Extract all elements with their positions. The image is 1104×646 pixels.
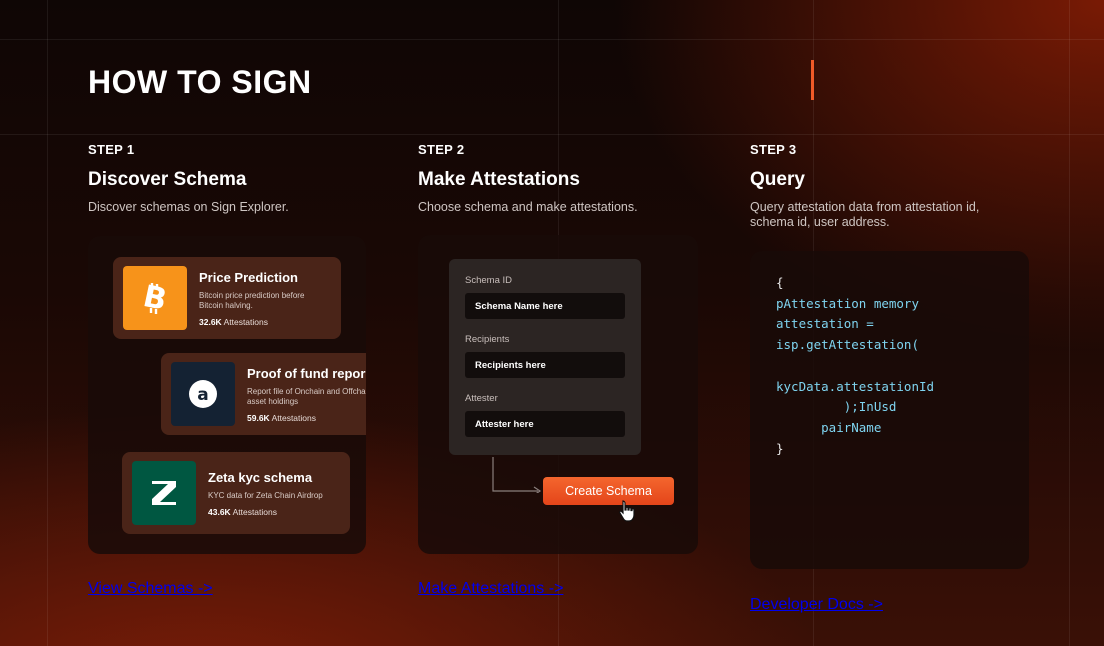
letter-a-icon: a	[171, 362, 235, 426]
step-label: STEP 1	[88, 142, 135, 157]
accent-bar	[811, 60, 814, 100]
code-snippet: { pAttestation memory attestation = isp.…	[776, 275, 935, 456]
attestation-count: 32.6K Attestations	[199, 316, 268, 327]
make-attestations-link[interactable]: Make Attestations ->	[418, 580, 718, 598]
grid-line	[1069, 0, 1070, 646]
grid-line	[0, 134, 1104, 135]
step-label: STEP 2	[418, 142, 465, 157]
step-3-column: STEP 3 Query Query attestation data from…	[750, 142, 1050, 230]
grid-line	[0, 39, 1104, 40]
grid-line	[47, 0, 48, 646]
schema-card-zeta-kyc[interactable]: Zeta kyc schema KYC data for Zeta Chain …	[122, 452, 350, 534]
code-panel: { pAttestation memory attestation = isp.…	[750, 251, 1029, 569]
card-title: Proof of fund repor	[247, 365, 366, 381]
attestation-count: 59.6K Attestations	[247, 412, 316, 423]
schema-id-label: Schema ID	[465, 275, 512, 286]
create-schema-button[interactable]: Create Schema	[543, 477, 674, 505]
recipients-label: Recipients	[465, 334, 510, 345]
card-title: Zeta kyc schema	[208, 469, 313, 485]
bitcoin-icon: B	[123, 266, 187, 330]
attester-input[interactable]: Attester here	[465, 411, 625, 437]
step-heading: Make Attestations	[418, 169, 580, 190]
step-label: STEP 3	[750, 142, 797, 157]
step-heading: Discover Schema	[88, 169, 247, 190]
step-description: Discover schemas on Sign Explorer.	[88, 200, 289, 214]
step-description: Query attestation data from attestation …	[750, 200, 980, 229]
step-2-column: STEP 2 Make Attestations Choose schema a…	[418, 142, 718, 215]
attestation-count: 43.6K Attestations	[208, 506, 277, 517]
step-description: Choose schema and make attestations.	[418, 200, 638, 214]
card-description: Bitcoin price prediction before Bitcoin …	[199, 290, 305, 310]
attestation-form-panel: Schema ID Schema Name here Recipients Re…	[418, 235, 698, 554]
attestation-form: Schema ID Schema Name here Recipients Re…	[449, 259, 641, 455]
schema-card-proof-of-fund[interactable]: a Proof of fund repor Report file of Onc…	[161, 353, 366, 435]
schema-card-price-prediction[interactable]: B Price Prediction Bitcoin price predict…	[113, 257, 341, 339]
card-description: KYC data for Zeta Chain Airdrop	[208, 490, 323, 500]
developer-docs-link[interactable]: Developer Docs ->	[750, 596, 1050, 614]
step-heading: Query	[750, 169, 805, 190]
recipients-input[interactable]: Recipients here	[465, 352, 625, 378]
hand-cursor-icon	[619, 500, 635, 522]
step-1-column: STEP 1 Discover Schema Discover schemas …	[88, 142, 388, 215]
view-schemas-link[interactable]: View Schemas ->	[88, 580, 388, 598]
attester-label: Attester	[465, 393, 498, 404]
zeta-icon	[132, 461, 196, 525]
page-title: HOW TO SIGN	[88, 64, 312, 100]
svg-text:a: a	[197, 385, 208, 405]
schema-cards-panel: B Price Prediction Bitcoin price predict…	[88, 236, 366, 554]
card-title: Price Prediction	[199, 269, 298, 285]
card-description: Report file of Onchain and Offchain asse…	[247, 386, 366, 406]
schema-id-input[interactable]: Schema Name here	[465, 293, 625, 319]
connector-arrow-icon	[492, 457, 542, 493]
